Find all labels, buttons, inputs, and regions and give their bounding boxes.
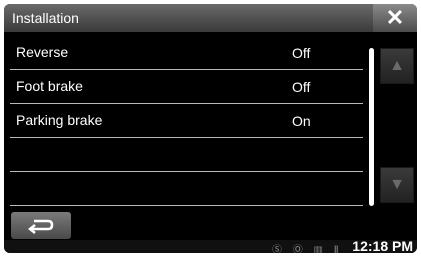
status-icons: Ⓢ Ⓞ ▥ Ⅱ <box>272 245 343 253</box>
title-bar: Installation ✕ <box>4 4 417 32</box>
back-arrow-icon <box>27 219 54 234</box>
setting-row-empty <box>10 172 363 206</box>
setting-row-reverse[interactable]: Reverse Off <box>10 36 363 70</box>
scroll-down-button[interactable]: ▼ <box>380 167 414 203</box>
close-icon: ✕ <box>385 5 405 30</box>
setting-value: Off <box>292 45 311 61</box>
window-title: Installation <box>12 10 79 26</box>
installation-screen: Installation ✕ Reverse Off Foot brake Of… <box>4 4 417 253</box>
setting-label: Reverse <box>16 44 69 60</box>
setting-row-empty <box>10 138 363 172</box>
scroll-up-button[interactable]: ▲ <box>380 48 414 84</box>
close-button[interactable]: ✕ <box>373 4 417 32</box>
clock: 12:18 PM <box>352 238 413 253</box>
scroll-down-icon: ▼ <box>389 176 405 193</box>
setting-row-foot-brake[interactable]: Foot brake Off <box>10 70 363 104</box>
settings-list: Reverse Off Foot brake Off Parking brake… <box>10 36 363 209</box>
back-button[interactable] <box>11 212 71 239</box>
status-bar: Ⓢ Ⓞ ▥ Ⅱ 12:18 PM <box>4 238 417 253</box>
setting-label: Foot brake <box>16 78 83 94</box>
setting-label: Parking brake <box>16 112 103 128</box>
setting-value: Off <box>292 79 311 95</box>
setting-row-parking-brake[interactable]: Parking brake On <box>10 104 363 138</box>
setting-value: On <box>292 113 311 129</box>
scroll-up-icon: ▲ <box>389 57 405 74</box>
scrollbar[interactable] <box>369 48 374 206</box>
